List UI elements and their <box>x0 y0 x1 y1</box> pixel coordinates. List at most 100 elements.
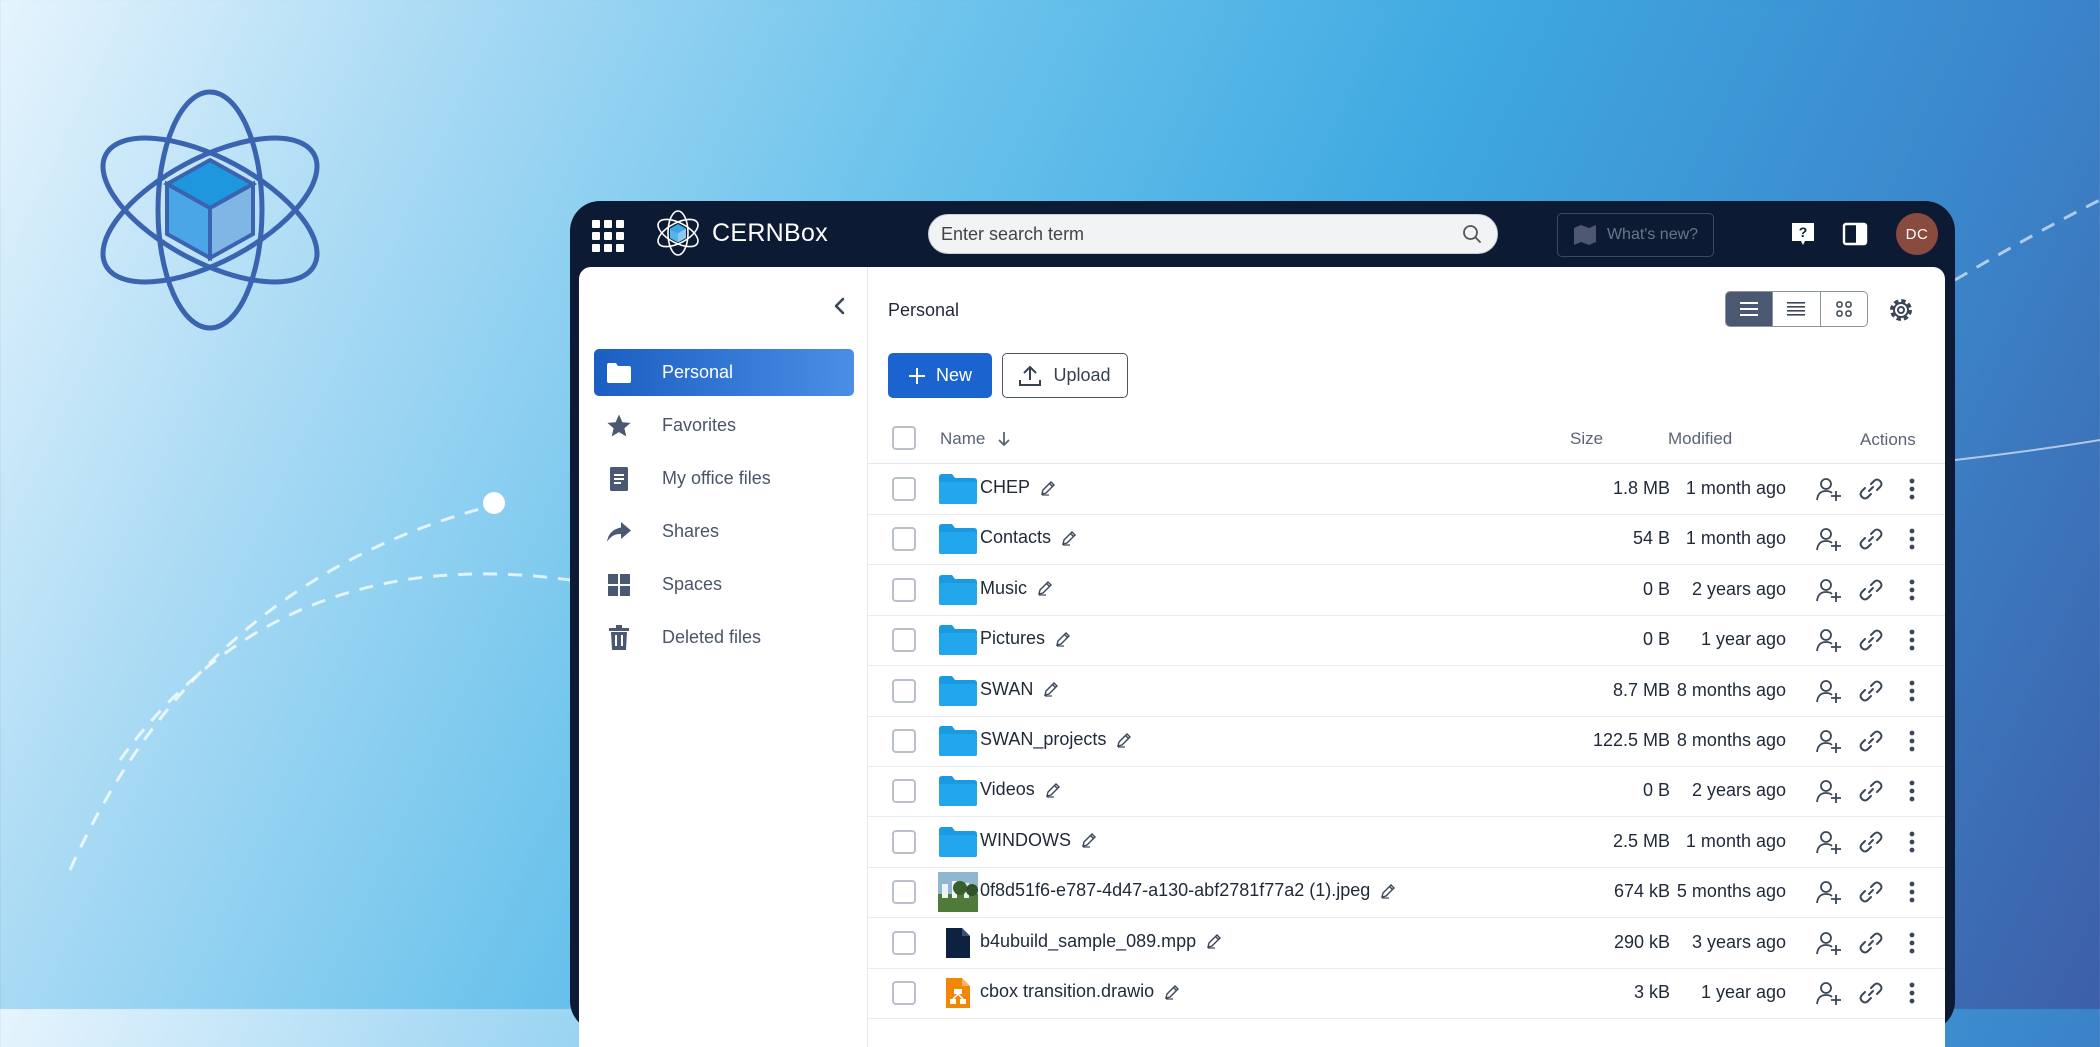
table-row[interactable]: Contacts 54 B 1 month ago <box>868 514 1945 566</box>
file-name[interactable]: WINDOWS <box>980 830 1097 851</box>
copy-link-icon[interactable] <box>1858 678 1884 704</box>
copy-link-icon[interactable] <box>1858 728 1884 754</box>
more-actions-icon[interactable] <box>1899 526 1925 552</box>
table-row[interactable]: b4ubuild_sample_089.mpp 290 kB 3 years ago <box>868 918 1945 969</box>
share-user-icon[interactable] <box>1816 678 1842 704</box>
more-actions-icon[interactable] <box>1899 879 1925 905</box>
upload-button[interactable]: Upload <box>1002 353 1128 398</box>
more-actions-icon[interactable] <box>1899 930 1925 956</box>
table-row[interactable]: Music 0 B 2 years ago <box>868 565 1945 616</box>
more-actions-icon[interactable] <box>1899 476 1925 502</box>
app-logo[interactable]: CERNBox <box>654 209 828 257</box>
view-condensed-button[interactable] <box>1773 292 1821 326</box>
sidebar-item-my-office-files[interactable]: My office files <box>594 455 854 502</box>
table-row[interactable]: 0f8d51f6-e787-4d47-a130-abf2781f77a2 (1)… <box>868 867 1945 919</box>
row-checkbox[interactable] <box>892 880 916 905</box>
sidebar-item-deleted-files[interactable]: Deleted files <box>594 614 854 661</box>
copy-link-icon[interactable] <box>1858 476 1884 502</box>
copy-link-icon[interactable] <box>1858 778 1884 804</box>
column-name-header[interactable]: Name <box>940 429 1011 449</box>
rename-pencil-icon[interactable] <box>1116 732 1132 748</box>
table-row[interactable]: SWAN_projects 122.5 MB 8 months ago <box>868 716 1945 767</box>
copy-link-icon[interactable] <box>1858 526 1884 552</box>
share-user-icon[interactable] <box>1816 778 1842 804</box>
file-name[interactable]: b4ubuild_sample_089.mpp <box>980 931 1222 952</box>
breadcrumb[interactable]: Personal <box>888 300 959 321</box>
file-name[interactable]: Pictures <box>980 628 1071 649</box>
file-name[interactable]: 0f8d51f6-e787-4d47-a130-abf2781f77a2 (1)… <box>980 880 1396 901</box>
file-name[interactable]: CHEP <box>980 477 1056 498</box>
table-row[interactable]: cbox transition.drawio 3 kB 1 year ago <box>868 968 1945 1019</box>
rename-pencil-icon[interactable] <box>1045 782 1061 798</box>
rename-pencil-icon[interactable] <box>1055 631 1071 647</box>
select-all-checkbox[interactable] <box>892 426 916 450</box>
file-name[interactable]: Music <box>980 578 1053 599</box>
search-input[interactable] <box>939 222 1461 246</box>
share-user-icon[interactable] <box>1816 930 1842 956</box>
file-name[interactable]: SWAN <box>980 679 1059 700</box>
collapse-sidebar-icon[interactable] <box>829 295 851 317</box>
more-actions-icon[interactable] <box>1899 678 1925 704</box>
more-actions-icon[interactable] <box>1899 577 1925 603</box>
rename-pencil-icon[interactable] <box>1380 883 1396 899</box>
sidebar-item-personal[interactable]: Personal <box>594 349 854 396</box>
more-actions-icon[interactable] <box>1899 980 1925 1006</box>
share-user-icon[interactable] <box>1816 476 1842 502</box>
rename-pencil-icon[interactable] <box>1043 681 1059 697</box>
view-tiles-button[interactable] <box>1821 292 1867 326</box>
file-name[interactable]: Videos <box>980 779 1061 800</box>
view-list-button[interactable] <box>1726 292 1774 326</box>
table-row[interactable]: Videos 0 B 2 years ago <box>868 766 1945 818</box>
table-row[interactable]: CHEP 1.8 MB 1 month ago <box>868 464 1945 515</box>
user-avatar[interactable]: DC <box>1896 213 1938 255</box>
table-row[interactable]: Pictures 0 B 1 year ago <box>868 615 1945 667</box>
new-button[interactable]: New <box>888 353 992 398</box>
row-checkbox[interactable] <box>892 779 916 804</box>
copy-link-icon[interactable] <box>1858 829 1884 855</box>
table-row[interactable]: WINDOWS 2.5 MB 1 month ago <box>868 817 1945 868</box>
copy-link-icon[interactable] <box>1858 577 1884 603</box>
rename-pencil-icon[interactable] <box>1061 530 1077 546</box>
row-checkbox[interactable] <box>892 577 916 602</box>
rename-pencil-icon[interactable] <box>1037 580 1053 596</box>
file-name[interactable]: Contacts <box>980 527 1077 548</box>
copy-link-icon[interactable] <box>1858 930 1884 956</box>
row-checkbox[interactable] <box>892 477 916 501</box>
row-checkbox[interactable] <box>892 628 916 653</box>
column-modified-header[interactable]: Modified <box>1668 429 1732 449</box>
sidebar-item-shares[interactable]: Shares <box>594 508 854 555</box>
sidebar-toggle-icon[interactable] <box>1842 221 1868 247</box>
copy-link-icon[interactable] <box>1858 879 1884 905</box>
column-size-header[interactable]: Size <box>1570 429 1603 449</box>
file-name[interactable]: SWAN_projects <box>980 729 1132 750</box>
rename-pencil-icon[interactable] <box>1164 984 1180 1000</box>
share-user-icon[interactable] <box>1816 627 1842 653</box>
sidebar-item-spaces[interactable]: Spaces <box>594 561 854 608</box>
row-checkbox[interactable] <box>892 729 916 753</box>
row-checkbox[interactable] <box>892 981 916 1005</box>
row-checkbox[interactable] <box>892 678 916 703</box>
share-user-icon[interactable] <box>1816 728 1842 754</box>
app-switcher-icon[interactable] <box>592 220 624 252</box>
copy-link-icon[interactable] <box>1858 627 1884 653</box>
share-user-icon[interactable] <box>1816 577 1842 603</box>
table-row[interactable]: SWAN 8.7 MB 8 months ago <box>868 666 1945 717</box>
whats-new-button[interactable]: What's new? <box>1557 213 1714 257</box>
row-checkbox[interactable] <box>892 527 916 552</box>
file-name[interactable]: cbox transition.drawio <box>980 981 1180 1002</box>
share-user-icon[interactable] <box>1816 980 1842 1006</box>
sidebar-item-favorites[interactable]: Favorites <box>594 402 854 449</box>
rename-pencil-icon[interactable] <box>1040 480 1056 496</box>
rename-pencil-icon[interactable] <box>1081 832 1097 848</box>
more-actions-icon[interactable] <box>1899 778 1925 804</box>
rename-pencil-icon[interactable] <box>1206 933 1222 949</box>
row-checkbox[interactable] <box>892 829 916 854</box>
help-icon[interactable]: ? <box>1790 221 1816 247</box>
share-user-icon[interactable] <box>1816 879 1842 905</box>
more-actions-icon[interactable] <box>1899 627 1925 653</box>
settings-gear-icon[interactable] <box>1888 297 1914 323</box>
row-checkbox[interactable] <box>892 930 916 955</box>
share-user-icon[interactable] <box>1816 829 1842 855</box>
copy-link-icon[interactable] <box>1858 980 1884 1006</box>
search-icon[interactable] <box>1461 223 1483 245</box>
